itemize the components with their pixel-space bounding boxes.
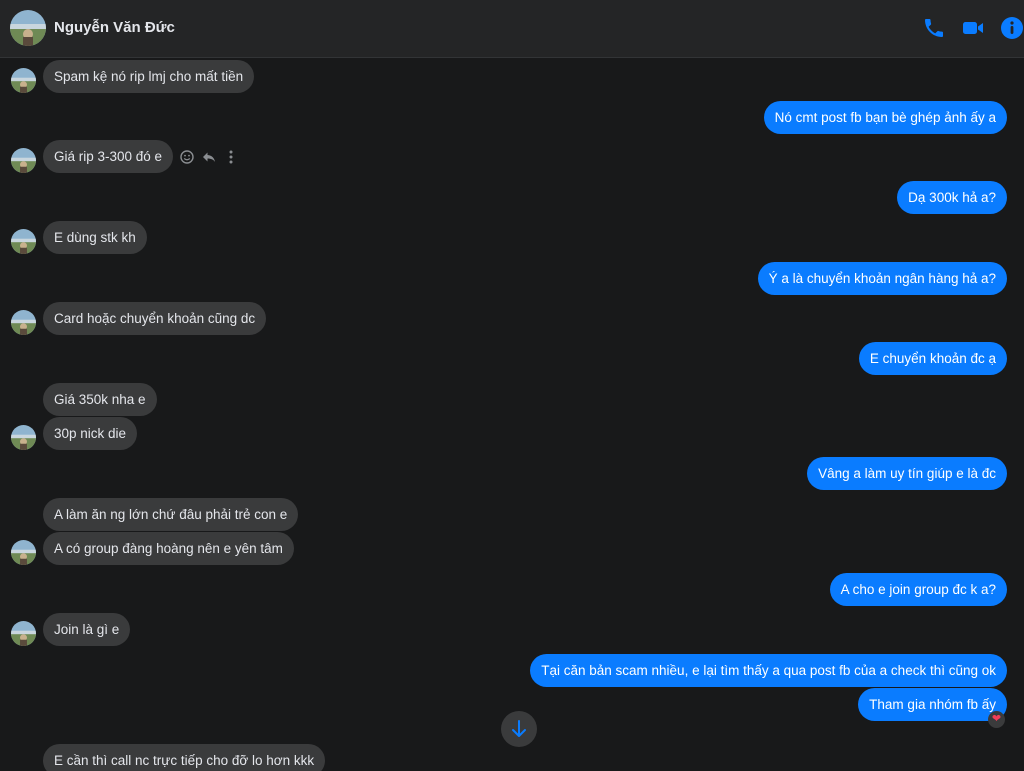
incoming-message[interactable]: Card hoặc chuyển khoản cũng dc (43, 302, 267, 335)
heart-reaction[interactable]: ❤ (988, 711, 1005, 728)
sender-avatar (11, 425, 36, 450)
incoming-message[interactable]: A có group đàng hoàng nên e yên tâm (43, 532, 294, 565)
outgoing-message[interactable]: Tham gia nhóm fb ấy (858, 688, 1007, 721)
incoming-message[interactable]: Giá rip 3-300 đó e (43, 140, 174, 173)
incoming-message[interactable]: 30p nick die (43, 417, 138, 450)
outgoing-message[interactable]: Ý a là chuyển khoản ngân hàng hả a? (757, 262, 1007, 295)
sender-avatar (11, 229, 36, 254)
outgoing-message[interactable]: A cho e join group đc k a? (829, 573, 1007, 606)
sender-avatar (11, 68, 36, 93)
incoming-message[interactable]: Giá 350k nha e (43, 383, 157, 416)
outgoing-message[interactable]: E chuyển khoản đc ạ (858, 342, 1007, 375)
sender-avatar (11, 540, 36, 565)
scroll-to-bottom-button[interactable] (501, 711, 537, 747)
smile-icon[interactable] (178, 147, 196, 167)
incoming-message[interactable]: A làm ăn ng lớn chứ đâu phải trẻ con e (43, 498, 299, 531)
chat-header: Nguyễn Văn Đức (0, 0, 1024, 58)
incoming-message[interactable]: Spam kệ nó rip lmj cho mất tiền (43, 60, 255, 93)
incoming-message[interactable]: E cần thì call nc trực tiếp cho đỡ lo hơ… (43, 744, 326, 771)
sender-avatar (11, 148, 36, 173)
incoming-message[interactable]: Join là gì e (43, 613, 131, 646)
contact-avatar[interactable] (10, 10, 46, 46)
info-icon[interactable] (1000, 16, 1024, 40)
outgoing-message[interactable]: Vâng a làm uy tín giúp e là đc (807, 457, 1007, 490)
phone-icon[interactable] (922, 16, 946, 40)
incoming-message[interactable]: E dùng stk kh (43, 221, 147, 254)
sender-avatar (11, 310, 36, 335)
outgoing-message[interactable]: Nó cmt post fb bạn bè ghép ảnh ấy a (763, 101, 1007, 134)
outgoing-message[interactable]: Tại căn bản scam nhiều, e lại tìm thấy a… (530, 654, 1007, 687)
outgoing-message[interactable]: Dạ 300k hả a? (897, 181, 1007, 214)
arrow-down-icon (512, 720, 526, 737)
sender-avatar (11, 621, 36, 646)
message-thread[interactable]: Spam kệ nó rip lmj cho mất tiền Nó cmt p… (0, 58, 1024, 771)
more-icon[interactable] (222, 147, 240, 167)
contact-name[interactable]: Nguyễn Văn Đức (54, 19, 175, 36)
video-camera-icon[interactable] (961, 16, 985, 40)
reply-icon[interactable] (200, 147, 218, 167)
